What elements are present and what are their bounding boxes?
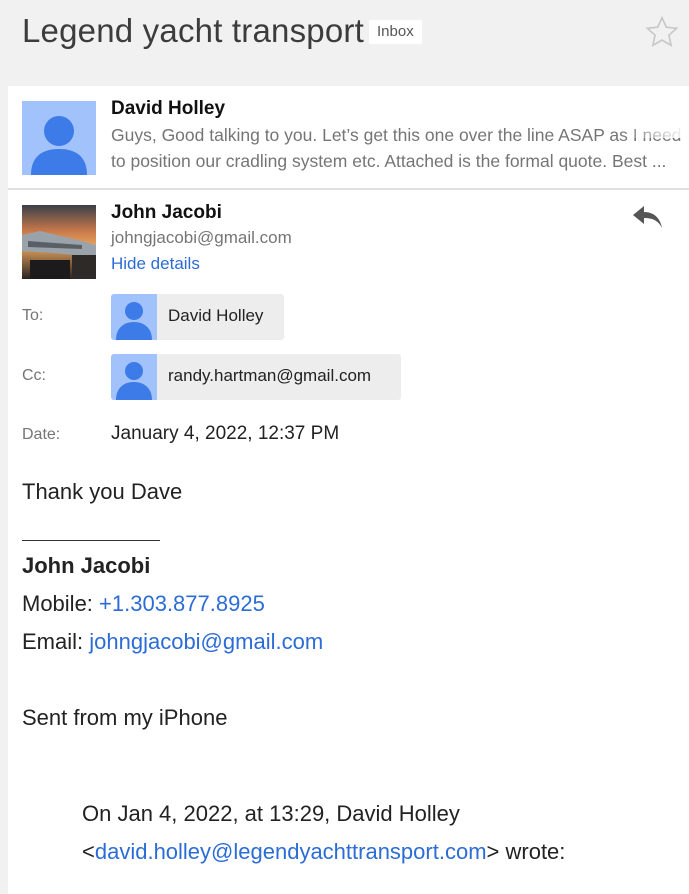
- person-icon: [22, 101, 96, 175]
- person-icon: [111, 294, 157, 340]
- mobile-label: Mobile:: [22, 591, 100, 616]
- message-snippet: Guys, Good talking to you. Let’s get thi…: [111, 125, 682, 171]
- thread-header: Legend yacht transport Inbox: [0, 0, 689, 86]
- date-label: Date:: [22, 426, 61, 443]
- date-value: January 4, 2022, 12:37 PM: [111, 423, 340, 444]
- signature-email: Email: johngjacobi@gmail.com: [22, 629, 323, 655]
- sender-avatar: [22, 205, 96, 279]
- quote-header-email-line: <david.holley@legendyachttransport.com> …: [82, 839, 565, 865]
- to-recipient-name: David Holley: [168, 306, 264, 325]
- signature-name: John Jacobi: [22, 553, 151, 578]
- reply-icon[interactable]: [630, 202, 664, 232]
- quote-open-bracket: <: [82, 839, 95, 864]
- sent-from-line: Sent from my iPhone: [22, 705, 228, 730]
- mobile-link[interactable]: +1.303.877.8925: [99, 591, 265, 616]
- to-label: To:: [22, 307, 44, 324]
- cc-recipient-chip[interactable]: randy.hartman@gmail.com: [111, 354, 401, 400]
- email-link[interactable]: johngjacobi@gmail.com: [89, 629, 323, 654]
- inbox-label[interactable]: Inbox: [369, 20, 422, 44]
- cc-label: Cc:: [22, 367, 46, 384]
- quote-header: On Jan 4, 2022, at 13:29, David Holley: [82, 801, 460, 826]
- to-recipient-chip[interactable]: David Holley: [111, 294, 284, 340]
- cc-recipient-email: randy.hartman@gmail.com: [168, 366, 372, 385]
- star-icon[interactable]: [644, 14, 680, 50]
- person-icon: [111, 354, 157, 400]
- sender-email: johngjacobi@gmail.com: [111, 228, 292, 247]
- hide-details-link[interactable]: Hide details: [111, 254, 200, 274]
- message-card: David Holley Guys, Good talking to you. …: [8, 86, 689, 894]
- signature-mobile: Mobile: +1.303.877.8925: [22, 591, 265, 617]
- sender-name: John Jacobi: [111, 202, 222, 223]
- collapsed-message[interactable]: David Holley Guys, Good talking to you. …: [8, 86, 689, 190]
- quote-wrote: > wrote:: [486, 839, 566, 864]
- body-greeting: Thank you Dave: [22, 479, 183, 504]
- email-label: Email:: [22, 629, 90, 654]
- quote-email-link[interactable]: david.holley@legendyachttransport.com: [95, 839, 487, 864]
- signature-divider: [22, 540, 160, 541]
- collapsed-sender: David Holley: [111, 98, 226, 119]
- snippet-fade: [619, 112, 689, 138]
- thread-subject: Legend yacht transport: [22, 12, 364, 49]
